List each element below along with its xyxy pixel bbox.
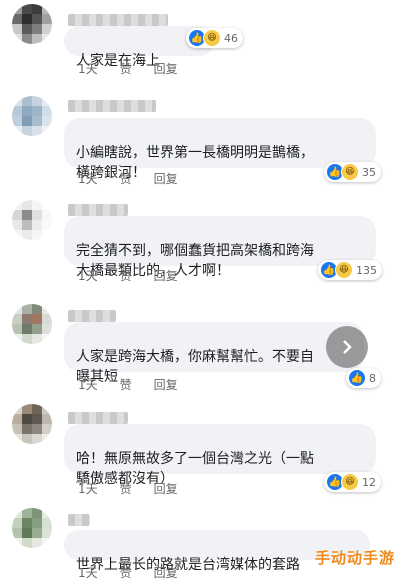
comment-actions: 1天 赞 回复 (78, 60, 178, 77)
like-button[interactable]: 赞 (120, 564, 132, 581)
comment-actions: 1天 赞 回复 (78, 564, 178, 581)
commenter-name[interactable] (68, 204, 128, 216)
comment-time: 1天 (78, 172, 98, 186)
reaction-summary[interactable]: 👍 8 (346, 368, 381, 388)
comment-bubble: 完全猜不到，哪個蠢貨把高架橋和跨海 大橋最類比的，人才啊！ (64, 216, 376, 279)
haha-reaction-icon: 😆 (341, 163, 359, 181)
reply-button[interactable]: 回复 (154, 170, 178, 187)
comment-bubble: 哈！無原無故多了一個台灣之光（一點 驕傲感都沒有） (64, 424, 376, 487)
reply-button[interactable]: 回复 (154, 564, 178, 581)
reply-button[interactable]: 回复 (154, 376, 178, 393)
commenter-name[interactable] (68, 100, 156, 112)
like-button[interactable]: 赞 (120, 376, 132, 393)
haha-reaction-icon: 😆 (341, 473, 359, 491)
commenter-name[interactable] (68, 514, 90, 526)
reaction-summary[interactable]: 👍 😆 46 (186, 28, 243, 48)
comment-actions: 1天 赞 回复 (78, 170, 178, 187)
comment-bubble: 人家是跨海大橋，你麻幫幫忙。不要自 曝其短 (64, 322, 364, 385)
like-button[interactable]: 赞 (120, 170, 132, 187)
like-button[interactable]: 赞 (120, 480, 132, 497)
reaction-count: 12 (362, 475, 376, 489)
commenter-name[interactable] (68, 310, 116, 322)
reaction-count: 46 (224, 31, 238, 45)
like-reaction-icon: 👍 (348, 369, 366, 387)
next-arrow-button[interactable] (326, 326, 368, 368)
reaction-count: 35 (362, 165, 376, 179)
reaction-summary[interactable]: 👍 😆 12 (324, 472, 381, 492)
site-watermark: 手动动手游 (314, 549, 395, 567)
reaction-summary[interactable]: 👍 😆 135 (318, 260, 382, 280)
comment-time: 1天 (78, 378, 98, 392)
commenter-name[interactable] (68, 412, 128, 424)
commenter-name[interactable] (68, 14, 168, 26)
avatar[interactable] (12, 4, 52, 44)
like-button[interactable]: 赞 (120, 60, 132, 77)
comment-time: 1天 (78, 566, 98, 580)
reaction-count: 8 (369, 371, 376, 385)
comment-time: 1天 (78, 269, 98, 283)
like-button[interactable]: 赞 (120, 267, 132, 284)
reply-button[interactable]: 回复 (154, 60, 178, 77)
avatar[interactable] (12, 404, 52, 444)
haha-reaction-icon: 😆 (335, 261, 353, 279)
avatar[interactable] (12, 96, 52, 136)
comment-actions: 1天 赞 回复 (78, 480, 178, 497)
reply-button[interactable]: 回复 (154, 480, 178, 497)
avatar[interactable] (12, 304, 52, 344)
reaction-count: 135 (356, 263, 377, 277)
comment-actions: 1天 赞 回复 (78, 267, 178, 284)
avatar[interactable] (12, 508, 52, 548)
chevron-right-icon (343, 340, 352, 354)
comment-time: 1天 (78, 62, 98, 76)
haha-reaction-icon: 😆 (203, 29, 221, 47)
comment-actions: 1天 赞 回复 (78, 376, 178, 393)
reply-button[interactable]: 回复 (154, 267, 178, 284)
avatar[interactable] (12, 200, 52, 240)
reaction-summary[interactable]: 👍 😆 35 (324, 162, 381, 182)
comment-bubble: 小編瞎說，世界第一長橋明明是鵲橋， 橫跨銀河！ (64, 118, 376, 181)
comment-time: 1天 (78, 482, 98, 496)
